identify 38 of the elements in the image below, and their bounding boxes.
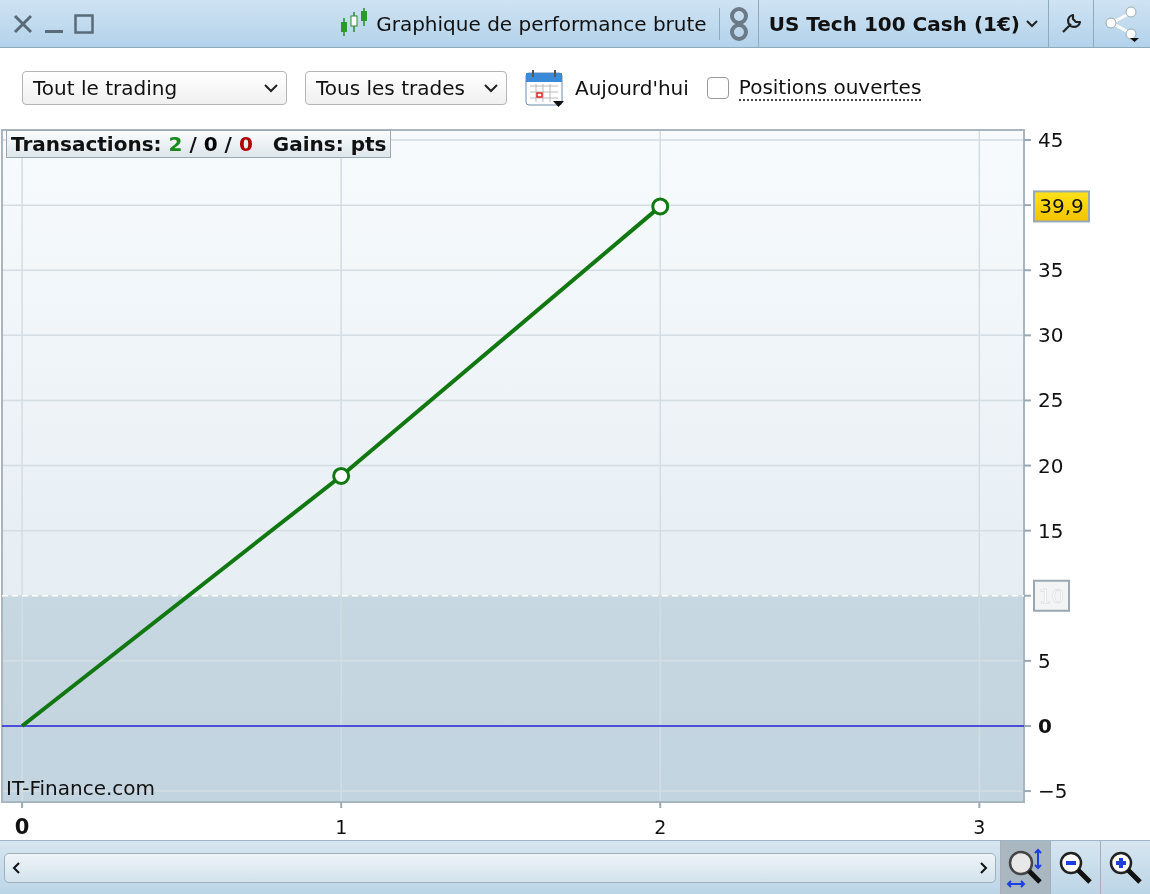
- y-axis-label: 25: [1038, 388, 1064, 413]
- chevron-down-icon: [264, 83, 278, 93]
- zoom-in-icon: [1107, 849, 1144, 886]
- x-axis-label: 1: [335, 816, 348, 838]
- window-title: Graphique de performance brute: [376, 11, 707, 36]
- y-axis-label: −5: [1038, 779, 1068, 804]
- y-axis-label: 45: [1038, 128, 1064, 153]
- open-positions-label[interactable]: Positions ouvertes: [738, 75, 922, 101]
- data-point: [332, 466, 351, 485]
- last-value-label: 39,9: [1033, 190, 1090, 223]
- open-positions-checkbox[interactable]: [706, 77, 729, 99]
- y-axis-label: 20: [1038, 453, 1064, 478]
- data-point: [651, 197, 670, 216]
- scroll-left-icon[interactable]: [11, 860, 21, 875]
- branding-text: IT-Finance.com: [6, 776, 156, 800]
- horizontal-scrollbar[interactable]: [4, 852, 996, 883]
- instrument-selector[interactable]: US Tech 100 Cash (1€): [758, 0, 1049, 47]
- x-axis-label: 3: [973, 816, 986, 838]
- x-axis-label: 0: [14, 815, 30, 839]
- link-icon[interactable]: [729, 6, 748, 41]
- y-axis-label: 5: [1038, 648, 1051, 673]
- zoom-out-icon: [1057, 849, 1094, 886]
- y-axis-label: 35: [1038, 258, 1064, 283]
- scroll-right-icon[interactable]: [979, 860, 989, 875]
- close-icon[interactable]: [12, 12, 34, 35]
- today-label[interactable]: Aujourd'hui: [575, 76, 689, 100]
- chevron-down-icon: [484, 83, 498, 93]
- fit-button[interactable]: [1000, 841, 1050, 894]
- y-axis-label: 0: [1038, 713, 1052, 738]
- maximize-icon[interactable]: [74, 13, 94, 34]
- x-axis-label: 2: [654, 816, 667, 838]
- y-axis-label: 15: [1038, 518, 1064, 543]
- calendar-icon[interactable]: [525, 68, 565, 108]
- trading-scope-dropdown[interactable]: Tout le trading: [22, 71, 287, 105]
- transactions-summary: Transactions: 2 / 0 / 0 Gains: pts: [6, 130, 392, 158]
- chevron-down-icon: [1026, 19, 1038, 28]
- trades-filter-dropdown[interactable]: Tous les trades: [305, 71, 507, 105]
- y-axis-label: 30: [1038, 323, 1064, 348]
